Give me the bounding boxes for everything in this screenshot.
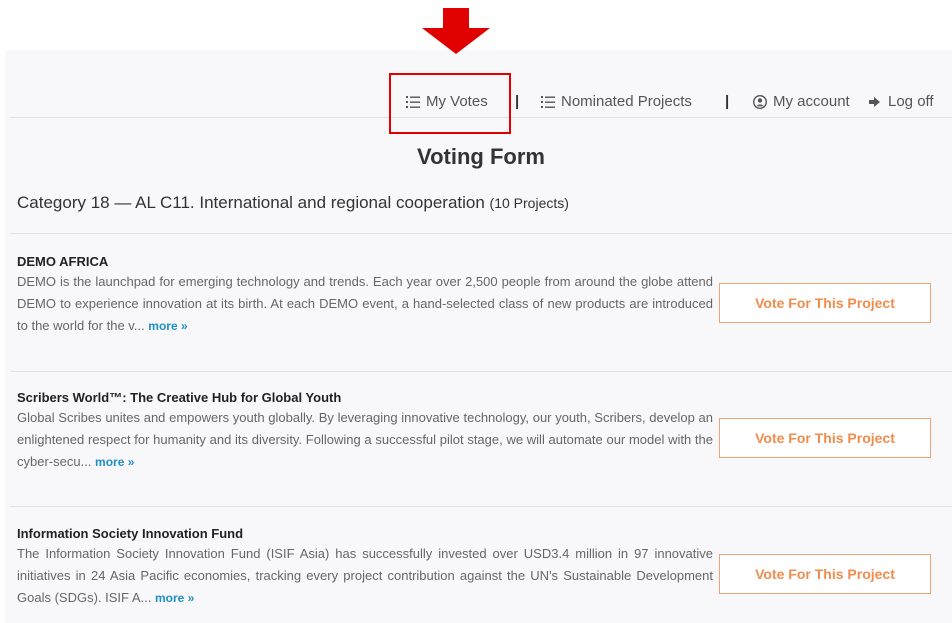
highlight-box	[389, 73, 511, 134]
vote-button[interactable]: Vote For This Project	[719, 554, 931, 594]
nav-nominated-projects[interactable]: Nominated Projects	[541, 93, 692, 110]
red-arrow-down-icon	[422, 8, 490, 54]
project-title: Scribers World™: The Creative Hub for Gl…	[17, 390, 342, 405]
project-description-text: DEMO is the launchpad for emerging techn…	[17, 274, 713, 333]
nav-my-account-label: My account	[773, 93, 850, 110]
nav-log-off[interactable]: Log off	[868, 93, 934, 110]
page-title: Voting Form	[417, 144, 545, 169]
sign-out-icon	[869, 96, 880, 107]
more-link[interactable]: more »	[95, 455, 134, 469]
project-description-text: The Information Society Innovation Fund …	[17, 546, 713, 605]
vote-button[interactable]: Vote For This Project	[719, 418, 931, 458]
nav-separator: |	[515, 93, 520, 110]
project-title: Information Society Innovation Fund	[17, 526, 244, 541]
vote-button[interactable]: Vote For This Project	[719, 283, 931, 323]
category-heading: Category 18 — AL C11. International and …	[17, 193, 569, 213]
nav-nominated-projects-label: Nominated Projects	[561, 93, 692, 110]
project-description: The Information Society Innovation Fund …	[17, 543, 713, 609]
divider	[10, 233, 952, 234]
more-link[interactable]: more »	[155, 591, 194, 605]
more-link[interactable]: more »	[148, 319, 187, 333]
project-title: DEMO AFRICA	[17, 254, 109, 269]
category-count: (10 Projects)	[489, 195, 569, 211]
divider	[10, 371, 952, 372]
category-title: Category 18 — AL C11. International and …	[17, 193, 485, 212]
project-description: Global Scribes unites and empowers youth…	[17, 407, 713, 473]
divider	[10, 506, 952, 507]
list-icon	[541, 95, 555, 108]
user-circle-icon	[753, 94, 767, 109]
nav-separator: |	[725, 93, 730, 110]
project-description: DEMO is the launchpad for emerging techn…	[17, 271, 713, 337]
nav-my-account[interactable]: My account	[753, 93, 850, 110]
nav-log-off-label: Log off	[888, 93, 934, 110]
